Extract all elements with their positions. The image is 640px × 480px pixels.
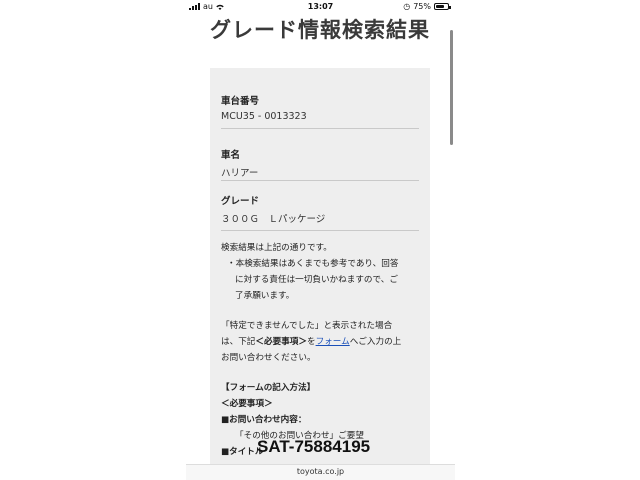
form-instructions-heading: 【フォームの記入方法】 [221, 383, 316, 393]
inquiry-label: ■お問い合わせ内容： [221, 415, 307, 425]
notes-bullet-cont: に対する責任は一切負いかねますので、ご [235, 275, 398, 285]
page-title: グレード情報検索結果 [210, 18, 430, 42]
notes-text: へご入力の上 [349, 337, 402, 347]
battery-icon [434, 3, 451, 10]
notes-text: を [306, 337, 316, 347]
notes-line: 「特定できませんでした」と表示された場合 [221, 321, 393, 331]
phone-screen: au 13:07 ◷ 75% グレード情報検索結果 車台番号 MCU35 - 0… [186, 0, 455, 480]
watermark-text: SAT-75884195 [257, 437, 371, 456]
notes-bullet: ・本検索結果はあくまでも参考であり、回答 [227, 259, 399, 269]
status-right: ◷ 75% [403, 2, 451, 11]
field-car-name: 車名 ハリアー [221, 147, 419, 179]
field-grade: グレード ３００Ｇ Ｌパッケージ [221, 193, 419, 225]
battery-level [436, 5, 445, 8]
battery-percent: 75% [413, 2, 431, 11]
field-label: 車台番号 [221, 96, 260, 107]
url-bar[interactable]: toyota.co.jp [186, 464, 455, 480]
field-value: ３００Ｇ Ｌパッケージ [221, 214, 326, 225]
notes-line: 検索結果は上記の通りです。 [221, 243, 332, 253]
notes-text: は、下記 [221, 337, 256, 347]
notes-bullet-cont: 了承願います。 [235, 291, 295, 301]
field-chassis-number: 車台番号 MCU35 - 0013323 [221, 93, 419, 122]
result-card: 車台番号 MCU35 - 0013323 車名 ハリアー グレード ３００Ｇ Ｌ… [210, 68, 430, 480]
form-link[interactable]: フォーム [316, 337, 350, 347]
divider [221, 230, 419, 231]
field-value: ハリアー [221, 168, 259, 179]
field-value: MCU35 - 0013323 [221, 111, 307, 122]
scrollbar[interactable] [450, 30, 453, 145]
divider [221, 180, 419, 181]
notes-line-with-link: は、下記＜必要事項＞をフォームへご入力の上 [221, 334, 426, 350]
alarm-icon: ◷ [403, 2, 411, 11]
field-label: グレード [221, 196, 260, 207]
notes-required-ref: ＜必要事項＞ [255, 337, 307, 347]
status-bar: au 13:07 ◷ 75% [186, 0, 455, 14]
notes-line: お問い合わせください。 [221, 353, 316, 363]
notes: 検索結果は上記の通りです。 ・本検索結果はあくまでも参考であり、回答 に対する責… [221, 240, 426, 460]
field-label: 車名 [221, 150, 241, 161]
required-heading: ＜必要事項＞ [221, 399, 273, 409]
divider [221, 128, 419, 129]
url-text: toyota.co.jp [296, 467, 345, 476]
